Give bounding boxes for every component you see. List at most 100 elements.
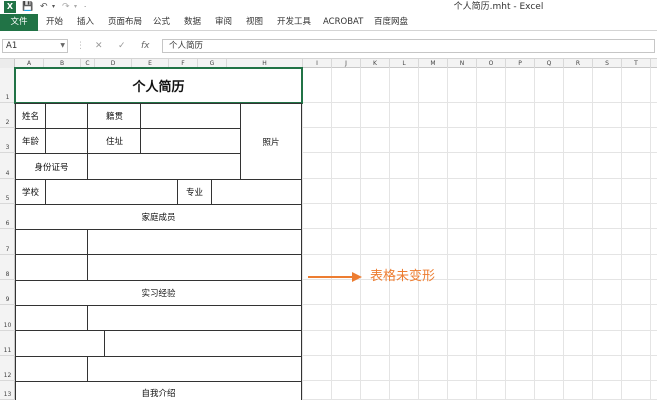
enter-icon[interactable]: ✓ — [118, 39, 126, 53]
column-header-o[interactable]: O — [477, 59, 506, 68]
column-header-h[interactable]: H — [227, 59, 303, 68]
row-header-2[interactable]: 2 — [0, 103, 15, 128]
column-header-d[interactable]: D — [95, 59, 132, 68]
formula-bar: A1 ▼ ⋮ ✕ ✓ fx 个人简历 — [0, 31, 657, 59]
column-header-j[interactable]: J — [332, 59, 361, 68]
cancel-icon[interactable]: ✕ — [95, 39, 103, 53]
row-headers: 1 2 3 4 5 6 7 8 9 10 11 12 13 — [0, 68, 15, 400]
intern-row2-b[interactable] — [104, 330, 302, 357]
arrow-right-icon — [352, 272, 362, 282]
family-header-cell[interactable]: 家庭成员 — [15, 204, 302, 230]
tab-view[interactable]: 视图 — [246, 14, 263, 31]
age-label-cell[interactable]: 年龄 — [15, 128, 46, 154]
major-value-cell[interactable] — [211, 179, 302, 205]
family-row2-b[interactable] — [87, 254, 302, 281]
grid-line-vertical — [534, 68, 535, 400]
row-number: 6 — [5, 220, 10, 227]
row-number: 4 — [5, 170, 10, 177]
name-box[interactable]: A1 ▼ — [2, 39, 68, 53]
tab-baidu-netdisk[interactable]: 百度网盘 — [374, 14, 408, 31]
column-header-i[interactable]: I — [303, 59, 332, 68]
column-header-k[interactable]: K — [361, 59, 390, 68]
row-number: 11 — [3, 347, 12, 354]
column-header-t[interactable]: T — [622, 59, 651, 68]
row-header-9[interactable]: 9 — [0, 280, 15, 305]
row-number: 10 — [3, 322, 12, 329]
window-title: 个人简历.mht - Excel — [453, 2, 544, 12]
grid-line-vertical — [331, 68, 332, 400]
row-number: 8 — [5, 271, 10, 278]
row-header-7[interactable]: 7 — [0, 229, 15, 255]
intro-header-cell[interactable]: 自我介绍 — [15, 381, 302, 400]
family-row1-b[interactable] — [87, 229, 302, 255]
row-header-10[interactable]: 10 — [0, 305, 15, 331]
row-header-4[interactable]: 4 — [0, 153, 15, 179]
formula-input[interactable]: 个人简历 — [162, 39, 655, 53]
major-label-cell[interactable]: 专业 — [177, 179, 212, 205]
grid-line-vertical — [650, 68, 651, 400]
intern-row1-a[interactable] — [15, 305, 88, 331]
intern-header-cell[interactable]: 实习经验 — [15, 280, 302, 306]
resume-title-cell[interactable]: 个人简历 — [14, 67, 303, 104]
row-header-6[interactable]: 6 — [0, 204, 15, 229]
grid-line-vertical — [505, 68, 506, 400]
column-header-f[interactable]: F — [169, 59, 198, 68]
chevron-down-icon[interactable]: ▼ — [60, 40, 65, 52]
row-header-5[interactable]: 5 — [0, 179, 15, 204]
row-header-11[interactable]: 11 — [0, 331, 15, 356]
row-number: 2 — [5, 119, 10, 126]
age-value-cell[interactable] — [45, 128, 88, 154]
column-header-g[interactable]: G — [198, 59, 227, 68]
column-header-a[interactable]: A — [15, 59, 44, 68]
tab-developer[interactable]: 开发工具 — [277, 14, 311, 31]
row-number: 7 — [5, 246, 10, 253]
column-header-m[interactable]: M — [419, 59, 448, 68]
address-label-cell[interactable]: 住址 — [87, 128, 141, 154]
native-label-cell[interactable]: 籍贯 — [87, 103, 141, 129]
intern-row3-b[interactable] — [87, 356, 302, 382]
column-header-q[interactable]: Q — [535, 59, 564, 68]
address-value-cell[interactable] — [140, 128, 241, 154]
column-header-r[interactable]: R — [564, 59, 593, 68]
intern-row2-a[interactable] — [15, 330, 105, 357]
grid-line-vertical — [621, 68, 622, 400]
tab-review[interactable]: 审阅 — [215, 14, 232, 31]
column-header-n[interactable]: N — [448, 59, 477, 68]
id-label-cell[interactable]: 身份证号 — [15, 153, 88, 180]
family-row2-a[interactable] — [15, 254, 88, 281]
tab-data[interactable]: 数据 — [184, 14, 201, 31]
column-header-s[interactable]: S — [593, 59, 622, 68]
grid-line-vertical — [563, 68, 564, 400]
row-header-1[interactable]: 1 — [0, 68, 15, 103]
intern-row1-b[interactable] — [87, 305, 302, 331]
column-header-p[interactable]: P — [506, 59, 535, 68]
select-all-corner[interactable] — [0, 59, 15, 68]
row-header-3[interactable]: 3 — [0, 128, 15, 153]
photo-cell[interactable]: 照片 — [240, 103, 302, 180]
column-header-b[interactable]: B — [44, 59, 81, 68]
grid-line-vertical — [418, 68, 419, 400]
row-number: 12 — [3, 372, 12, 379]
school-label-cell[interactable]: 学校 — [15, 179, 46, 205]
column-header-l[interactable]: L — [390, 59, 419, 68]
tab-insert[interactable]: 插入 — [77, 14, 94, 31]
tab-page-layout[interactable]: 页面布局 — [108, 14, 142, 31]
tab-file[interactable]: 文件 — [0, 14, 38, 31]
tab-home[interactable]: 开始 — [46, 14, 63, 31]
tab-acrobat[interactable]: ACROBAT — [323, 14, 363, 31]
name-value-cell[interactable] — [45, 103, 88, 129]
name-label-cell[interactable]: 姓名 — [15, 103, 46, 129]
intern-row3-a[interactable] — [15, 356, 88, 382]
row-header-8[interactable]: 8 — [0, 255, 15, 280]
school-value-cell[interactable] — [45, 179, 178, 205]
family-row1-a[interactable] — [15, 229, 88, 255]
row-header-13[interactable]: 13 — [0, 381, 15, 400]
id-value-cell[interactable] — [87, 153, 241, 180]
tab-formulas[interactable]: 公式 — [153, 14, 170, 31]
native-value-cell[interactable] — [140, 103, 241, 129]
column-headers: ABCDEFGHIJKLMNOPQRST — [0, 59, 657, 68]
insert-function-icon[interactable]: fx — [141, 39, 150, 53]
column-header-c[interactable]: C — [81, 59, 95, 68]
column-header-e[interactable]: E — [132, 59, 169, 68]
row-header-12[interactable]: 12 — [0, 356, 15, 381]
